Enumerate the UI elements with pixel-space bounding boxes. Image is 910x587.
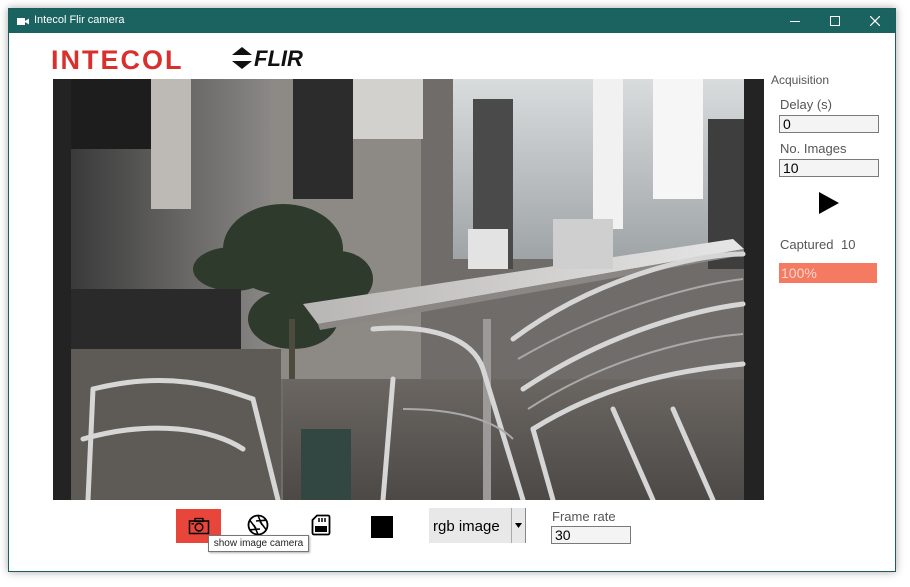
window-title: Intecol Flir camera	[34, 14, 125, 26]
stop-icon	[371, 516, 393, 538]
chevron-down-icon[interactable]	[511, 508, 525, 543]
flir-mark-icon	[232, 47, 252, 69]
captured-label: Captured	[780, 237, 834, 252]
close-button[interactable]	[855, 9, 895, 33]
stop-button[interactable]	[369, 514, 395, 540]
minimize-icon	[790, 21, 800, 22]
camera-preview	[53, 79, 764, 500]
sd-card-icon	[311, 514, 331, 536]
images-input[interactable]: 10	[779, 159, 879, 177]
capture-progress-bar: 100%	[779, 263, 877, 283]
maximize-icon	[830, 16, 840, 26]
images-label: No. Images	[780, 141, 847, 156]
sd-card-button[interactable]	[308, 512, 334, 538]
acquisition-heading: Acquisition	[771, 73, 830, 87]
close-icon	[870, 16, 880, 26]
camera-icon	[188, 517, 209, 535]
mode-select[interactable]: rgb image	[429, 508, 526, 543]
flir-logo-text: FLIR	[254, 46, 303, 71]
camera-button-tooltip: show image camera	[208, 535, 309, 552]
framerate-input[interactable]: 30	[551, 526, 631, 544]
captured-count: 10	[841, 237, 856, 252]
play-icon[interactable]	[817, 190, 841, 216]
title-bar: Intecol Flir camera	[9, 9, 895, 33]
mode-select-value: rgb image	[433, 518, 500, 535]
delay-label: Delay (s)	[780, 97, 833, 112]
app-window: Intecol Flir camera INTECOL FLIR Acquisi…	[8, 8, 896, 572]
framerate-label: Frame rate	[552, 509, 616, 524]
intecol-logo-text: INTECOL	[51, 45, 184, 75]
delay-input[interactable]: 0	[779, 115, 879, 133]
video-camera-icon	[17, 18, 29, 25]
maximize-button[interactable]	[815, 9, 855, 33]
minimize-button[interactable]	[775, 9, 815, 33]
aperture-icon	[247, 514, 269, 536]
flir-logo: FLIR	[231, 46, 331, 72]
progress-text: 100%	[781, 265, 817, 281]
